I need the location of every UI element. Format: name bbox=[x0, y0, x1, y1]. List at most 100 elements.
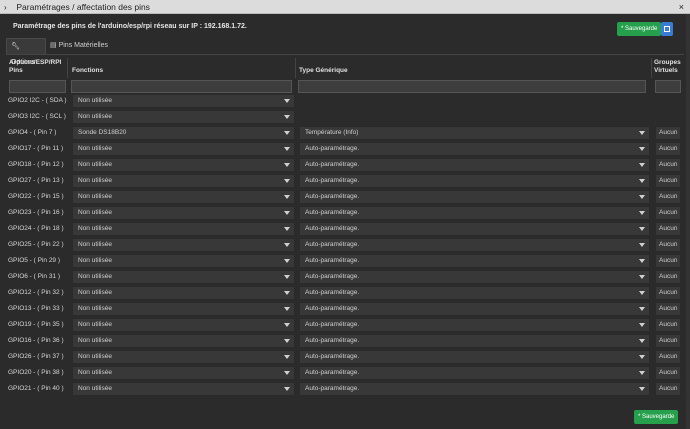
type-generique-select[interactable]: Auto-paramétrage. bbox=[299, 174, 650, 188]
groupe-virtuel-select[interactable]: Aucun bbox=[655, 350, 681, 364]
type-generique-select[interactable]: Auto-paramétrage. bbox=[299, 334, 650, 348]
type-generique-select[interactable]: Auto-paramétrage. bbox=[299, 286, 650, 300]
type-value: Auto-paramétrage. bbox=[305, 177, 360, 184]
groupe-virtuel-select[interactable]: Aucun bbox=[655, 222, 681, 236]
groupe-virtuel-select[interactable]: Aucun bbox=[655, 382, 681, 396]
pin-label: GPIO3 I2C - ( SCL ) bbox=[8, 113, 66, 120]
fonction-select[interactable]: Non utilisée bbox=[72, 270, 295, 284]
save-button-top[interactable]: * Sauvegarde bbox=[617, 22, 662, 36]
fonction-select[interactable]: Non utilisée bbox=[72, 286, 295, 300]
type-generique-select[interactable]: Auto-paramétrage. bbox=[299, 222, 650, 236]
fonction-value: Non utilisée bbox=[78, 305, 112, 312]
groupe-virtuel-select[interactable]: Aucun bbox=[655, 174, 681, 188]
groupe-virtuel-select[interactable]: Aucun bbox=[655, 206, 681, 220]
fonction-select[interactable]: Non utilisée bbox=[72, 318, 295, 332]
caret-down-icon bbox=[284, 147, 290, 151]
filter-type-input[interactable] bbox=[298, 80, 646, 93]
type-generique-select[interactable]: Auto-paramétrage. bbox=[299, 190, 650, 204]
table-row: GPIO20 - ( Pin 38 ) Non utilisée Auto-para… bbox=[0, 365, 690, 381]
groupe-virtuel-select[interactable]: Aucun bbox=[655, 318, 681, 332]
type-value: Auto-paramétrage. bbox=[305, 145, 360, 152]
fonction-select[interactable]: Non utilisée bbox=[72, 174, 295, 188]
table-row: GPIO2 I2C - ( SDA ) Non utilisée bbox=[0, 93, 690, 109]
type-generique-select[interactable]: Auto-paramétrage. bbox=[299, 366, 650, 380]
fonction-select[interactable]: Non utilisée bbox=[72, 222, 295, 236]
type-generique-select[interactable]: Auto-paramétrage. bbox=[299, 142, 650, 156]
groupe-virtuel-select[interactable]: Aucun bbox=[655, 286, 681, 300]
fonction-select[interactable]: Non utilisée bbox=[72, 302, 295, 316]
type-value: Auto-paramétrage. bbox=[305, 353, 360, 360]
groupe-virtuel-select[interactable]: Aucun bbox=[655, 270, 681, 284]
tab-pins-materielles[interactable]: ▤ Pins Matérielles bbox=[46, 38, 116, 54]
fonction-select[interactable]: Non utilisée bbox=[72, 142, 295, 156]
fonction-select[interactable]: Sonde DS18B20 bbox=[72, 126, 295, 140]
pin-label: GPIO23 - ( Pin 16 ) bbox=[8, 209, 64, 216]
caret-down-icon bbox=[284, 211, 290, 215]
groupe-virtuel-select[interactable]: Aucun bbox=[655, 302, 681, 316]
type-generique-select[interactable]: Auto-paramétrage. bbox=[299, 318, 650, 332]
filter-groupes-input[interactable] bbox=[655, 80, 681, 93]
groupe-virtuel-select[interactable]: Aucun bbox=[655, 158, 681, 172]
table-row: GPIO16 - ( Pin 36 ) Non utilisée Auto-para… bbox=[0, 333, 690, 349]
fonction-select[interactable]: Non utilisée bbox=[72, 334, 295, 348]
type-generique-select[interactable]: Auto-paramétrage. bbox=[299, 382, 650, 396]
type-generique-select[interactable]: Auto-paramétrage. bbox=[299, 206, 650, 220]
groupe-virtuel-select[interactable]: Aucun bbox=[655, 254, 681, 268]
fonction-select[interactable]: Non utilisée bbox=[72, 254, 295, 268]
type-generique-select[interactable]: Auto-paramétrage. bbox=[299, 302, 650, 316]
table-row: GPIO26 - ( Pin 37 ) Non utilisée Auto-para… bbox=[0, 349, 690, 365]
filter-fonctions-input[interactable] bbox=[71, 80, 292, 93]
groupe-virtuel-select[interactable]: Aucun bbox=[655, 190, 681, 204]
groupe-virtuel-select[interactable]: Aucun bbox=[655, 366, 681, 380]
tab-options[interactable]: 🔧︎ Options bbox=[6, 38, 46, 66]
caret-down-icon bbox=[284, 371, 290, 375]
fonction-select[interactable]: Non utilisée bbox=[72, 190, 295, 204]
fonction-select[interactable]: Non utilisée bbox=[72, 382, 295, 396]
caret-down-icon bbox=[639, 339, 645, 343]
close-icon[interactable]: × bbox=[679, 0, 684, 14]
pin-label: GPIO19 - ( Pin 35 ) bbox=[8, 321, 64, 328]
type-generique-select[interactable]: Auto-paramétrage. bbox=[299, 238, 650, 252]
caret-down-icon bbox=[639, 275, 645, 279]
pin-label: GPIO27 - ( Pin 13 ) bbox=[8, 177, 64, 184]
save-icon-button[interactable] bbox=[661, 22, 673, 36]
fonction-value: Non utilisée bbox=[78, 113, 112, 120]
fonction-select[interactable]: Non utilisée bbox=[72, 158, 295, 172]
caret-down-icon bbox=[284, 99, 290, 103]
fonction-select[interactable]: Non utilisée bbox=[72, 94, 295, 108]
header-pins-line1: Arduino/ESP/RPI bbox=[9, 59, 62, 66]
fonction-select[interactable]: Non utilisée bbox=[72, 110, 295, 124]
pin-label: GPIO12 - ( Pin 32 ) bbox=[8, 289, 64, 296]
table-row: GPIO6 - ( Pin 31 ) Non utilisée Auto-param… bbox=[0, 269, 690, 285]
type-generique-select[interactable]: Auto-paramétrage. bbox=[299, 270, 650, 284]
save-icon bbox=[664, 26, 670, 32]
caret-down-icon bbox=[639, 291, 645, 295]
groupe-virtuel-select[interactable]: Aucun bbox=[655, 142, 681, 156]
caret-down-icon bbox=[284, 259, 290, 263]
filter-pins-input[interactable] bbox=[9, 80, 66, 93]
groupe-virtuel-select[interactable]: Aucun bbox=[655, 126, 681, 140]
window-title: Paramétrages / affectation des pins bbox=[16, 2, 150, 12]
fonction-select[interactable]: Non utilisée bbox=[72, 350, 295, 364]
caret-down-icon bbox=[284, 115, 290, 119]
caret-down-icon bbox=[284, 131, 290, 135]
table-row: GPIO23 - ( Pin 16 ) Non utilisée Auto-para… bbox=[0, 205, 690, 221]
type-generique-select[interactable]: Auto-paramétrage. bbox=[299, 254, 650, 268]
type-generique-select[interactable]: Température (Info) bbox=[299, 126, 650, 140]
type-value: Auto-paramétrage. bbox=[305, 193, 360, 200]
fonction-select[interactable]: Non utilisée bbox=[72, 366, 295, 380]
fonction-select[interactable]: Non utilisée bbox=[72, 206, 295, 220]
groupe-virtuel-select[interactable]: Aucun bbox=[655, 238, 681, 252]
type-generique-select[interactable]: Auto-paramétrage. bbox=[299, 158, 650, 172]
fonction-value: Non utilisée bbox=[78, 369, 112, 376]
save-button-bottom[interactable]: * Sauvegarde bbox=[634, 410, 679, 424]
table-row: GPIO17 - ( Pin 11 ) Non utilisée Auto-para… bbox=[0, 141, 690, 157]
groupe-virtuel-select[interactable]: Aucun bbox=[655, 334, 681, 348]
caret-down-icon bbox=[284, 387, 290, 391]
fonction-select[interactable]: Non utilisée bbox=[72, 238, 295, 252]
fonction-value: Sonde DS18B20 bbox=[78, 129, 127, 136]
type-generique-select[interactable]: Auto-paramétrage. bbox=[299, 350, 650, 364]
chevron-right-icon[interactable]: › bbox=[4, 1, 12, 15]
fonction-value: Non utilisée bbox=[78, 145, 112, 152]
scrollbar[interactable] bbox=[686, 14, 690, 429]
